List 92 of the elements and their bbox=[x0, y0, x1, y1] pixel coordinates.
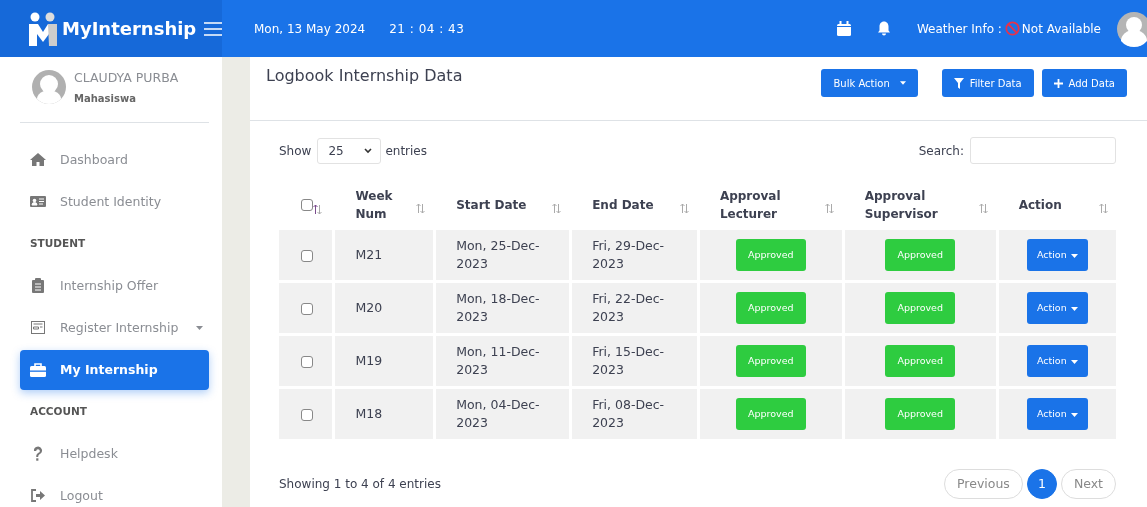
search-label: Search: bbox=[918, 142, 964, 160]
header-time: 21 : 04 : 43 bbox=[389, 20, 465, 38]
status-badge: Approved bbox=[736, 398, 806, 430]
sidebar-item[interactable]: Dashboard bbox=[20, 139, 209, 181]
filter-icon bbox=[953, 77, 964, 89]
row-checkbox[interactable] bbox=[301, 302, 313, 315]
sidebar-item[interactable]: Logout bbox=[20, 475, 209, 507]
table-cell-text: Fri, 29-Dec-2023 bbox=[592, 237, 666, 273]
status-badge: Approved bbox=[736, 239, 806, 271]
sidebar-item[interactable]: Internship Offer bbox=[20, 265, 209, 307]
status-badge: Approved bbox=[885, 345, 955, 377]
table-cell: Mon, 04-Dec-2023 bbox=[456, 396, 541, 432]
table-info: Showing 1 to 4 of 4 entries bbox=[279, 476, 441, 493]
menu-icon[interactable] bbox=[204, 22, 223, 36]
status-badge: Approved bbox=[885, 398, 955, 430]
table-cell: M18 bbox=[355, 405, 383, 423]
table-cell-text: Fri, 22-Dec-2023 bbox=[592, 290, 666, 326]
caret-icon bbox=[1070, 412, 1078, 417]
page-button[interactable]: 1 bbox=[1026, 469, 1057, 499]
avatar-icon bbox=[32, 69, 66, 105]
sidebar-item[interactable]: Register Internship bbox=[20, 307, 209, 349]
add-button[interactable]: Add Data bbox=[1041, 69, 1127, 97]
status-badge: Approved bbox=[885, 239, 955, 271]
section-label: ACCOUNT bbox=[29, 404, 88, 420]
user-role: Mahasiswa bbox=[74, 91, 137, 106]
unavailable-icon bbox=[1004, 21, 1020, 36]
form-icon bbox=[30, 320, 46, 336]
sidebar-item[interactable]: Helpdesk bbox=[20, 433, 209, 475]
sort-icon bbox=[313, 203, 322, 215]
row-checkbox[interactable] bbox=[301, 408, 313, 421]
logout-icon bbox=[30, 488, 46, 504]
action-button[interactable]: Action bbox=[1026, 398, 1088, 430]
clipboard-icon bbox=[30, 278, 46, 294]
caret-icon bbox=[1070, 306, 1078, 311]
calendar-icon[interactable] bbox=[836, 21, 851, 36]
action-button[interactable]: Action bbox=[1026, 239, 1088, 271]
home-icon bbox=[30, 152, 46, 168]
column-header[interactable]: End Date bbox=[592, 196, 654, 214]
caret-icon bbox=[1070, 253, 1078, 258]
show-label: Show bbox=[279, 142, 312, 160]
column-header[interactable]: Action bbox=[1018, 196, 1062, 214]
sort-icon bbox=[1099, 203, 1108, 214]
search-field[interactable] bbox=[970, 137, 1116, 164]
status-badge: Approved bbox=[736, 292, 806, 324]
table-cell: M19 bbox=[355, 352, 383, 370]
next-button[interactable]: Next bbox=[1060, 469, 1116, 499]
sidebar-item[interactable]: My Internship bbox=[20, 350, 209, 390]
filter-button[interactable]: Filter Data bbox=[941, 69, 1034, 97]
logo-icon bbox=[28, 11, 58, 46]
header-date: Mon, 13 May 2024 bbox=[253, 20, 366, 38]
action-button[interactable]: Action bbox=[1026, 345, 1088, 377]
column-header[interactable]: Start Date bbox=[456, 196, 527, 214]
sidebar-item[interactable]: Student Identity bbox=[20, 181, 209, 223]
id-card-icon bbox=[30, 194, 46, 210]
table-cell: Mon, 25-Dec-2023 bbox=[456, 237, 541, 273]
page-length-select[interactable]: 25 bbox=[317, 137, 382, 164]
table-cell-text: Fri, 15-Dec-2023 bbox=[592, 343, 666, 379]
column-header[interactable]: Approval Supervisor bbox=[864, 187, 955, 223]
select-all-checkbox[interactable] bbox=[301, 199, 313, 211]
briefcase-icon bbox=[30, 362, 46, 378]
page-title: Logbook Internship Data bbox=[266, 65, 463, 87]
weather-label: Weather Info : bbox=[916, 20, 1002, 38]
status-badge: Approved bbox=[736, 345, 806, 377]
chevron-down-icon bbox=[364, 147, 373, 154]
table-cell: Mon, 11-Dec-2023 bbox=[456, 343, 541, 379]
table-cell: Mon, 18-Dec-2023 bbox=[456, 290, 541, 326]
sort-icon bbox=[679, 203, 689, 214]
notification-icon[interactable] bbox=[876, 21, 891, 36]
weather-status: Not Available bbox=[1021, 20, 1101, 38]
bulk-action-button[interactable]: Bulk Action bbox=[821, 69, 918, 97]
entries-label: entries bbox=[385, 142, 427, 160]
plus-icon bbox=[1053, 78, 1063, 88]
sort-icon bbox=[416, 203, 426, 214]
section-label: STUDENT bbox=[29, 236, 87, 252]
caret-icon bbox=[1070, 359, 1078, 364]
sort-icon bbox=[552, 203, 562, 214]
table-cell-text: Fri, 08-Dec-2023 bbox=[592, 396, 666, 432]
column-header[interactable]: Week Num bbox=[355, 187, 396, 223]
caret-icon bbox=[899, 81, 906, 85]
row-checkbox[interactable] bbox=[301, 355, 313, 368]
sort-icon bbox=[824, 203, 834, 214]
user-name: CLAUDYA PURBA bbox=[74, 69, 179, 87]
table-cell: M21 bbox=[355, 246, 383, 264]
sort-icon bbox=[978, 203, 988, 214]
row-checkbox[interactable] bbox=[301, 249, 313, 262]
brand-name: MyInternship bbox=[62, 17, 197, 41]
status-badge: Approved bbox=[885, 292, 955, 324]
previous-button[interactable]: Previous bbox=[944, 469, 1023, 499]
action-button[interactable]: Action bbox=[1026, 292, 1088, 324]
table-cell: M20 bbox=[355, 299, 383, 317]
avatar-icon[interactable] bbox=[1117, 9, 1147, 48]
column-header[interactable]: Approval Lecturer bbox=[719, 187, 810, 223]
